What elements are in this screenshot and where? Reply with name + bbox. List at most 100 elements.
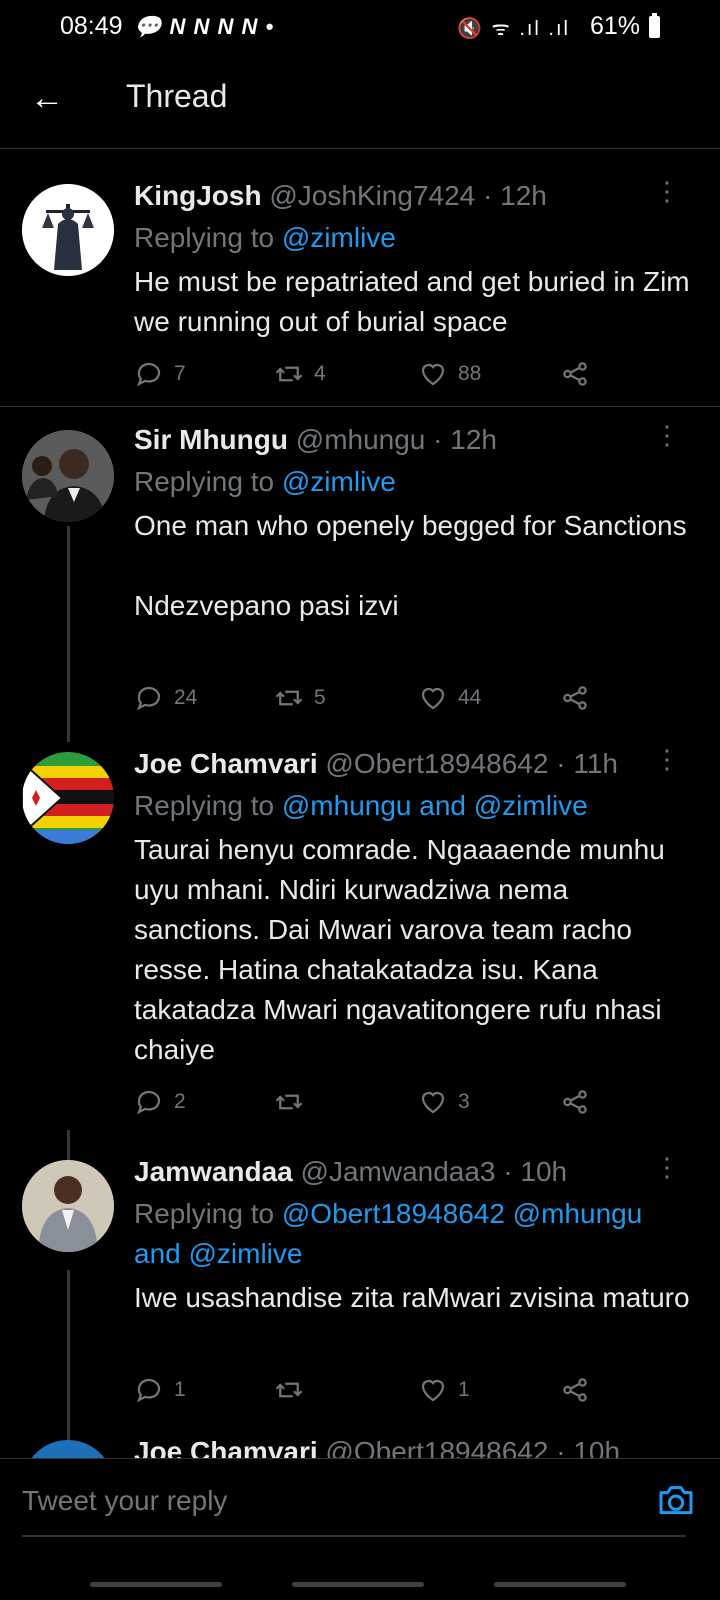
- retweet-button[interactable]: [274, 1082, 314, 1122]
- reply-count: 7: [174, 362, 186, 385]
- tweet-header: KingJosh @JoshKing7424 · 12h: [134, 180, 547, 212]
- tweet-actions: 2 3: [134, 1082, 634, 1122]
- reply-button[interactable]: 24: [134, 678, 197, 718]
- recents-button[interactable]: [90, 1582, 222, 1587]
- tweet-header: Joe Chamvari @Obert18948642 · 10h: [134, 1440, 620, 1458]
- battery-percent: 61%: [589, 12, 640, 40]
- author-handle-time: @Obert18948642 · 10h: [325, 1440, 621, 1458]
- thread-line: [67, 1130, 70, 1160]
- retweet-button[interactable]: [274, 1370, 314, 1410]
- retweet-button[interactable]: 5: [274, 678, 326, 718]
- retweet-button[interactable]: 4: [274, 354, 326, 394]
- share-button[interactable]: [560, 1082, 590, 1122]
- camera-icon[interactable]: [656, 1481, 696, 1521]
- like-button[interactable]: 3: [418, 1082, 470, 1122]
- like-count: 1: [458, 1378, 470, 1401]
- retweet-count: 4: [314, 362, 326, 385]
- signal-icons: 🔇 ᯤ .ıl .ıl: [457, 18, 570, 40]
- heart-icon: [421, 687, 445, 710]
- avatar[interactable]: [22, 430, 114, 522]
- reply-icon: [136, 362, 161, 387]
- reply-count: 1: [174, 1378, 186, 1401]
- like-count: 88: [458, 362, 482, 385]
- author-name[interactable]: Joe Chamvari: [134, 748, 318, 779]
- home-button[interactable]: [292, 1582, 424, 1587]
- battery-icon: [649, 13, 660, 38]
- tweet[interactable]: Joe Chamvari @Obert18948642 · 10h: [0, 1440, 720, 1458]
- share-icon: [563, 1378, 587, 1402]
- retweet-count: 5: [314, 686, 326, 709]
- divider: [0, 406, 720, 407]
- heart-icon: [421, 363, 445, 386]
- author-handle-time: @mhungu · 12h: [295, 424, 497, 455]
- header-bar: ← Thread: [0, 56, 720, 149]
- page-title: Thread: [126, 78, 228, 114]
- author-name[interactable]: Jamwandaa: [134, 1156, 293, 1187]
- author-name[interactable]: Sir Mhungu: [134, 424, 288, 455]
- replying-to-link[interactable]: @zimlive: [282, 222, 396, 253]
- share-button[interactable]: [560, 354, 590, 394]
- tweet-actions: 1 1: [134, 1370, 634, 1410]
- author-name[interactable]: KingJosh: [134, 180, 262, 211]
- replying-to-link[interactable]: @mhungu and @zimlive: [282, 790, 588, 821]
- reply-composer: Tweet your reply: [0, 1458, 720, 1543]
- tweet-text: Iwe usashandise zita raMwari zvisina mat…: [134, 1282, 690, 1313]
- more-options-icon[interactable]: ⋮: [654, 746, 680, 772]
- like-button[interactable]: 1: [418, 1370, 470, 1410]
- notification-icons: 💬 N N N N •: [134, 14, 275, 39]
- replying-prefix: Replying to: [134, 790, 282, 821]
- author-handle-time: @JoshKing7424 · 12h: [269, 180, 547, 211]
- justice-statue-icon: [22, 184, 114, 276]
- heart-icon: [421, 1379, 445, 1402]
- like-count: 3: [458, 1090, 470, 1113]
- person-photo-icon: [22, 430, 114, 522]
- retweet-icon: [275, 690, 303, 706]
- avatar[interactable]: [22, 184, 114, 276]
- author-name[interactable]: Joe Chamvari: [134, 1440, 318, 1458]
- reply-count: 2: [174, 1090, 186, 1113]
- tweet-text: Taurai henyu comrade. Ngaaaende munhu uy…: [134, 834, 673, 1065]
- reply-icon: [136, 1378, 161, 1403]
- more-options-icon[interactable]: ⋮: [654, 1154, 680, 1180]
- avatar[interactable]: [22, 1440, 114, 1458]
- share-button[interactable]: [560, 678, 590, 718]
- share-button[interactable]: [560, 1370, 590, 1410]
- reply-count: 24: [174, 686, 198, 709]
- tweet-text: He must be repatriated and get buried in…: [134, 266, 698, 337]
- replying-to: Replying to @Obert18948642 @mhungu and @…: [134, 1194, 694, 1274]
- share-icon: [563, 1090, 587, 1114]
- reply-input[interactable]: Tweet your reply: [22, 1485, 227, 1517]
- avatar[interactable]: [22, 752, 114, 844]
- replying-prefix: Replying to: [134, 222, 282, 253]
- share-icon: [563, 362, 587, 386]
- reply-button[interactable]: 7: [134, 354, 186, 394]
- author-handle-time: @Obert18948642 · 11h: [325, 748, 618, 779]
- back-nav-button[interactable]: [494, 1582, 626, 1587]
- reply-icon: [136, 1090, 161, 1115]
- more-options-icon[interactable]: ⋮: [654, 422, 680, 448]
- thread-line: [67, 1270, 70, 1450]
- thread-line: [67, 526, 70, 742]
- like-button[interactable]: 44: [418, 678, 481, 718]
- replying-to: Replying to @zimlive: [134, 462, 694, 502]
- more-options-icon[interactable]: ⋮: [654, 178, 680, 204]
- reply-button[interactable]: 1: [134, 1370, 186, 1410]
- reply-icon: [136, 686, 161, 711]
- like-count: 44: [458, 686, 482, 709]
- input-underline: [22, 1535, 686, 1537]
- like-button[interactable]: 88: [418, 354, 481, 394]
- author-handle-time: @Jamwandaa3 · 10h: [300, 1156, 568, 1187]
- tweet-header: Jamwandaa @Jamwandaa3 · 10h: [134, 1156, 567, 1188]
- tweet-header: Joe Chamvari @Obert18948642 · 11h: [134, 748, 618, 780]
- replying-to: Replying to @zimlive: [134, 218, 694, 258]
- replying-to: Replying to @mhungu and @zimlive: [134, 786, 694, 826]
- replying-to-link[interactable]: @zimlive: [282, 466, 396, 497]
- tweet-header: Sir Mhungu @mhungu · 12h: [134, 424, 497, 456]
- status-bar: 08:49 💬 N N N N • 🔇 ᯤ .ıl .ıl 61%: [0, 0, 720, 56]
- zimbabwe-flag-icon: [22, 752, 114, 844]
- retweet-icon: [275, 1094, 303, 1110]
- reply-button[interactable]: 2: [134, 1082, 186, 1122]
- avatar[interactable]: [22, 1160, 114, 1252]
- back-arrow-icon[interactable]: ←: [30, 78, 70, 118]
- heart-icon: [421, 1091, 445, 1114]
